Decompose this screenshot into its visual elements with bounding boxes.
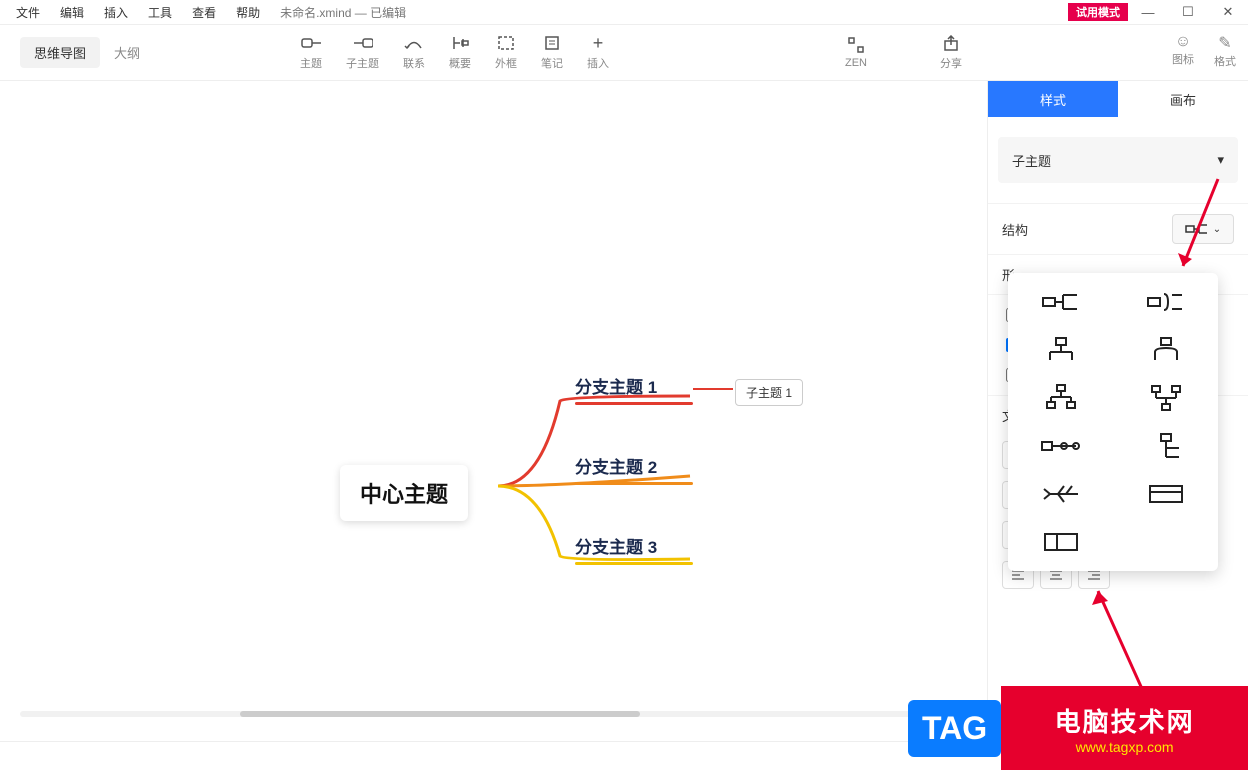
toolbar-insert[interactable]: +插入 xyxy=(587,34,609,71)
icons-panel-button[interactable]: ☺图标 xyxy=(1172,33,1194,69)
toolbar-group-main: 主题 子主题 联系 概要 外框 笔记 +插入 xyxy=(300,34,609,71)
smile-icon: ☺ xyxy=(1175,33,1191,51)
connectors xyxy=(0,81,988,751)
file-name: 未命名.xmind — 已编辑 xyxy=(270,4,416,21)
structure-opt-org-chart-up[interactable] xyxy=(1123,383,1208,413)
structure-opt-fishbone[interactable] xyxy=(1018,479,1103,509)
toolbar-topic[interactable]: 主题 xyxy=(300,34,322,71)
mindmap-canvas[interactable]: 中心主题 分支主题 1 分支主题 2 分支主题 3 子主题 1 xyxy=(0,81,987,751)
watermark-tag: TAG xyxy=(908,700,1001,757)
toolbar-group-right: ZEN xyxy=(845,36,867,69)
minimize-button[interactable]: — xyxy=(1128,0,1168,24)
toolbar-group-share: 分享 xyxy=(940,34,962,71)
chevron-down-icon: ⌄ xyxy=(1213,224,1221,235)
note-icon xyxy=(544,35,560,51)
menu-help[interactable]: 帮助 xyxy=(226,4,270,21)
relation-icon xyxy=(404,35,424,51)
menu-bar: 文件 编辑 插入 工具 查看 帮助 未命名.xmind — 已编辑 xyxy=(0,0,1248,25)
menu-file[interactable]: 文件 xyxy=(6,4,50,21)
watermark: TAG 电脑技术网 www.tagxp.com xyxy=(908,686,1248,770)
structure-dropdown xyxy=(1008,273,1218,571)
panel-tabs: 样式 画布 xyxy=(988,81,1248,117)
structure-opt-tree-right-down[interactable] xyxy=(1123,431,1208,461)
structure-current-icon xyxy=(1185,222,1209,236)
panel-tab-canvas[interactable]: 画布 xyxy=(1118,81,1248,117)
toolbar-zen[interactable]: ZEN xyxy=(845,36,867,69)
toolbar-summary[interactable]: 概要 xyxy=(449,34,471,71)
topic-icon xyxy=(301,36,321,50)
tab-outline[interactable]: 大纲 xyxy=(100,37,154,68)
toolbar-boundary[interactable]: 外框 xyxy=(495,34,517,71)
toolbar-note[interactable]: 笔记 xyxy=(541,34,563,71)
structure-row: 结构 ⌄ xyxy=(988,203,1248,254)
view-tabs: 思维导图 大纲 xyxy=(20,37,154,68)
maximize-button[interactable]: ☐ xyxy=(1168,0,1208,24)
structure-opt-right-tree[interactable] xyxy=(1018,287,1103,317)
central-topic[interactable]: 中心主题 xyxy=(340,465,468,521)
share-icon xyxy=(943,35,959,51)
structure-opt-tree-down[interactable] xyxy=(1018,335,1103,365)
toolbar-subtopic[interactable]: 子主题 xyxy=(346,34,379,71)
structure-opt-timeline[interactable] xyxy=(1018,431,1103,461)
window-controls: — ☐ ✕ xyxy=(1128,0,1248,24)
menu-edit[interactable]: 编辑 xyxy=(50,4,94,21)
content-area: 中心主题 分支主题 1 分支主题 2 分支主题 3 子主题 1 样式 画布 子主… xyxy=(0,81,1248,751)
structure-opt-right-brace[interactable] xyxy=(1123,287,1208,317)
boundary-icon xyxy=(497,35,515,51)
horizontal-scrollbar[interactable] xyxy=(20,711,940,721)
watermark-text: 电脑技术网 www.tagxp.com xyxy=(1001,686,1248,770)
branch-topic-3[interactable]: 分支主题 3 xyxy=(575,533,693,565)
menu-tools[interactable]: 工具 xyxy=(138,4,182,21)
trial-badge[interactable]: 试用模式 xyxy=(1068,3,1128,21)
format-panel-button[interactable]: ✎格式 xyxy=(1214,33,1236,69)
toolbar-relation[interactable]: 联系 xyxy=(403,34,425,71)
brush-icon: ✎ xyxy=(1218,33,1231,53)
structure-opt-org-chart[interactable] xyxy=(1018,383,1103,413)
subtopic-1[interactable]: 子主题 1 xyxy=(735,379,803,406)
branch-topic-2[interactable]: 分支主题 2 xyxy=(575,453,693,485)
toolbar-share[interactable]: 分享 xyxy=(940,34,962,71)
chevron-down-icon: ▾ xyxy=(1217,152,1224,168)
branch-topic-1[interactable]: 分支主题 1 xyxy=(575,373,693,405)
structure-opt-split[interactable] xyxy=(1018,527,1103,557)
tab-mindmap[interactable]: 思维导图 xyxy=(20,37,100,68)
close-button[interactable]: ✕ xyxy=(1208,0,1248,24)
structure-opt-table[interactable] xyxy=(1123,479,1208,509)
panel-tab-style[interactable]: 样式 xyxy=(988,81,1118,117)
scope-selector[interactable]: 子主题▾ xyxy=(998,137,1238,183)
summary-icon xyxy=(451,35,469,51)
menu-view[interactable]: 查看 xyxy=(182,4,226,21)
structure-opt-tree-down-brace[interactable] xyxy=(1123,335,1208,365)
menu-insert[interactable]: 插入 xyxy=(94,4,138,21)
subtopic-icon xyxy=(353,36,373,50)
toolbar: 思维导图 大纲 主题 子主题 联系 概要 外框 笔记 +插入 ZEN 分享 ☺图… xyxy=(0,25,1248,81)
structure-picker[interactable]: ⌄ xyxy=(1172,214,1234,244)
